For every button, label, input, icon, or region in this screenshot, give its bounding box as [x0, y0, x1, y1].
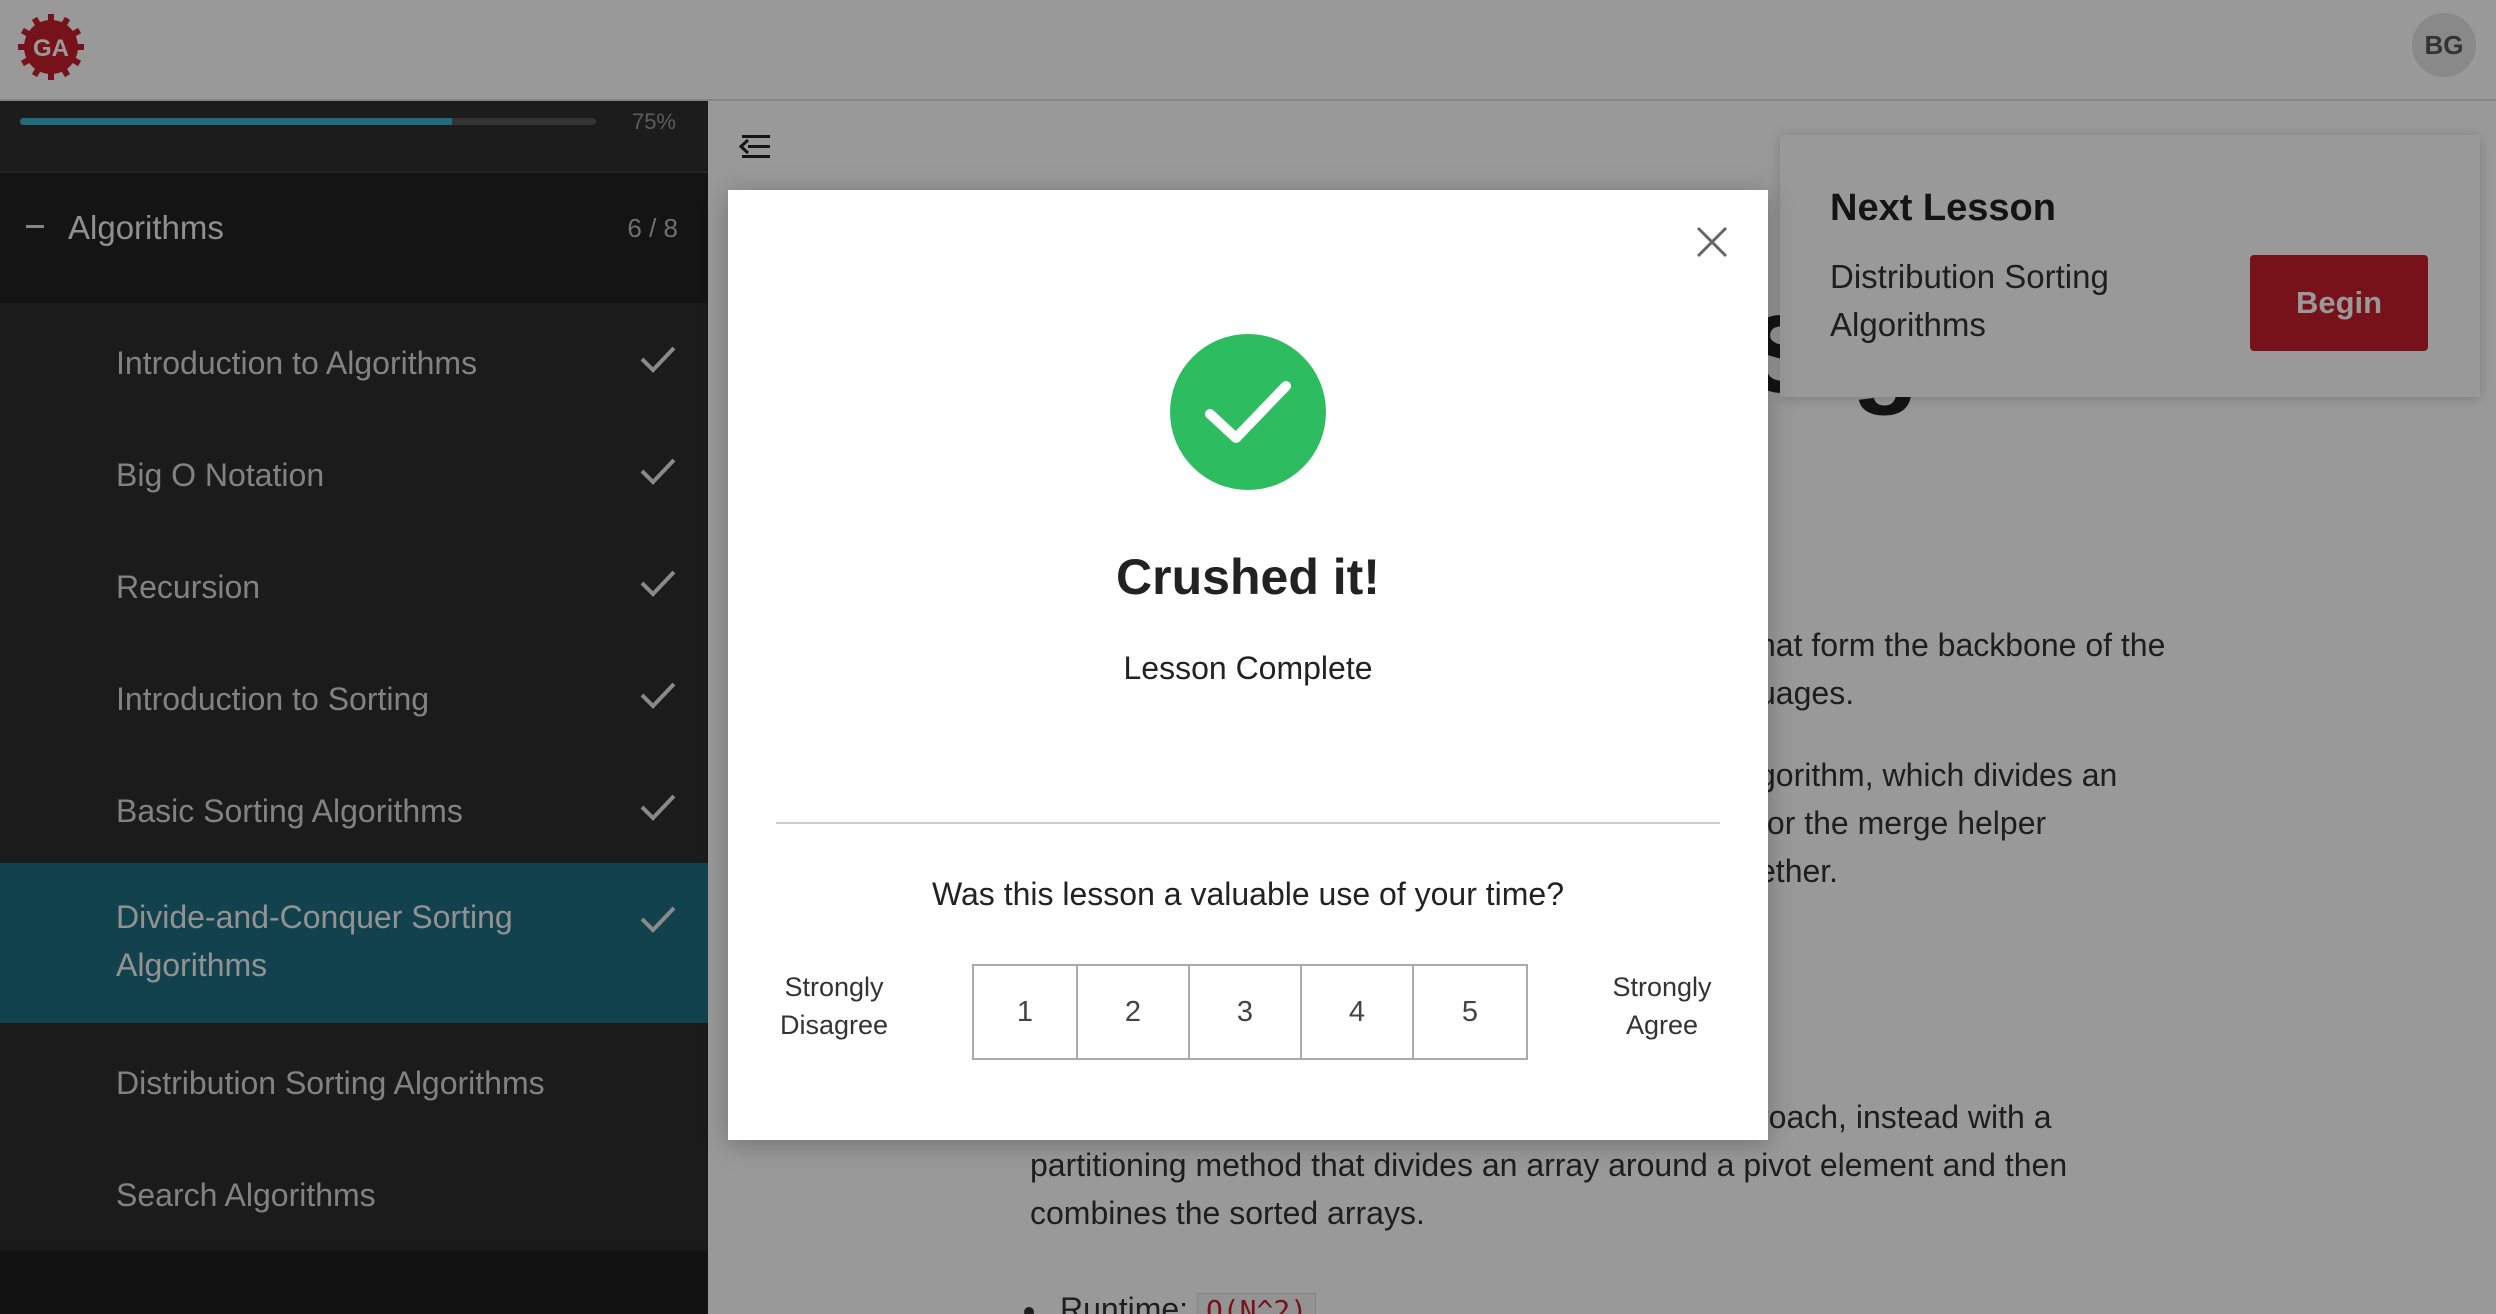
rating-option-3[interactable]: 3	[1190, 966, 1302, 1058]
lesson-complete-modal: Crushed it! Lesson Complete Was this les…	[728, 190, 1768, 1140]
rating-option-2[interactable]: 2	[1078, 966, 1190, 1058]
divider	[776, 822, 1720, 824]
rating-option-5[interactable]: 5	[1414, 966, 1526, 1058]
close-icon[interactable]	[1694, 224, 1730, 260]
success-check-icon	[1170, 334, 1326, 490]
feedback-question: Was this lesson a valuable use of your t…	[931, 876, 1564, 912]
modal-title: Crushed it!	[1116, 549, 1380, 605]
rating-option-4[interactable]: 4	[1302, 966, 1414, 1058]
rating-scale: 12345	[972, 964, 1528, 1060]
scale-high-label: Strongly Agree	[1612, 972, 1712, 1040]
rating-option-1[interactable]: 1	[974, 966, 1078, 1058]
scale-low-label: Strongly Disagree	[779, 972, 889, 1040]
modal-subtitle: Lesson Complete	[1123, 650, 1373, 686]
